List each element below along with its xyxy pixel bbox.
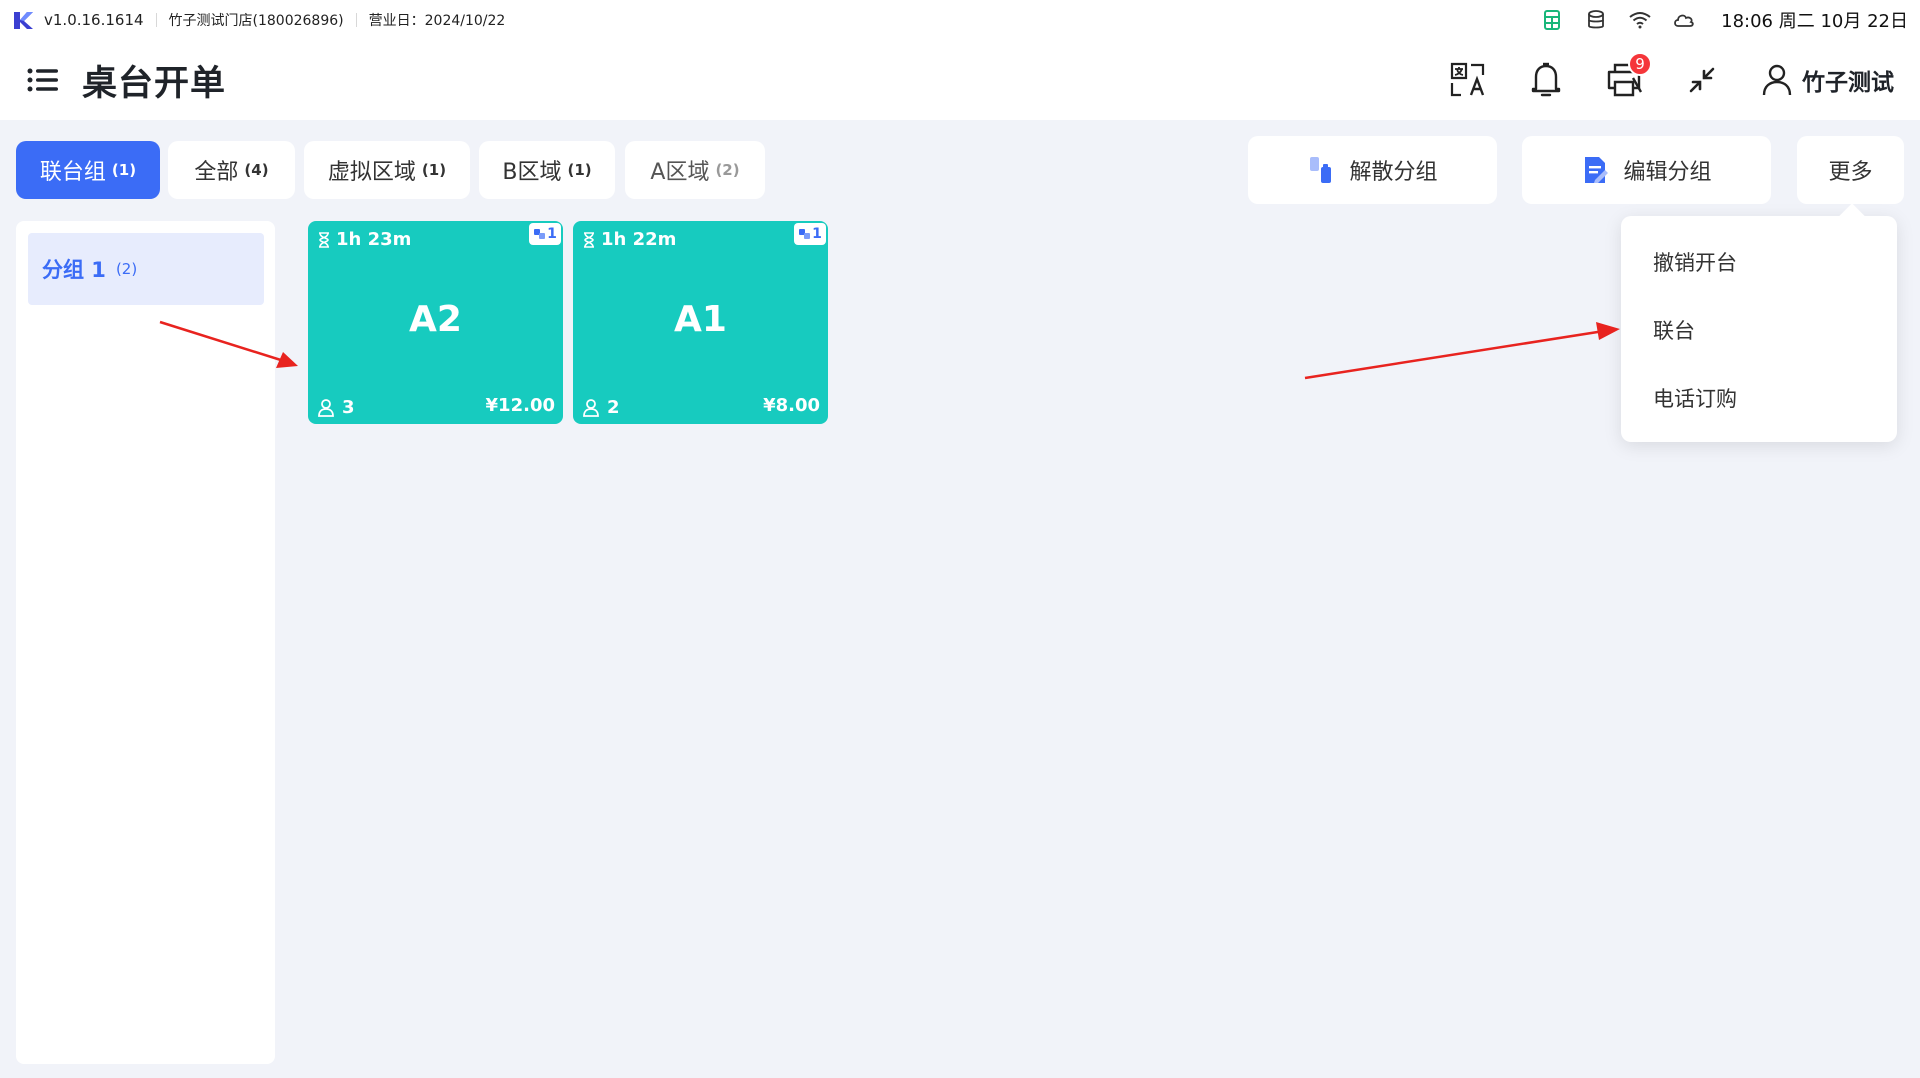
- guest-number: 3: [342, 397, 355, 418]
- bell-icon[interactable]: [1524, 58, 1568, 102]
- table-price: ¥12.00: [485, 395, 555, 416]
- tab-label: 全部: [194, 160, 239, 185]
- tab-label: A区域: [650, 160, 710, 185]
- linked-tag: 1: [529, 223, 561, 245]
- guest-count: 2: [583, 397, 620, 418]
- tab-count: (1): [111, 161, 137, 179]
- table-card-a2[interactable]: 1h 23m 1 A2 3 ¥12.00: [308, 221, 563, 424]
- tab-area-b[interactable]: B区域 (1): [479, 141, 615, 199]
- dissolve-group-button[interactable]: 解散分组: [1248, 136, 1497, 204]
- divider: [355, 13, 357, 27]
- tab-label: 联台组: [39, 160, 106, 185]
- tab-area-a[interactable]: A区域 (2): [625, 141, 765, 199]
- table-name: A1: [674, 299, 727, 340]
- more-label: 更多: [1828, 160, 1873, 185]
- table-name: A2: [409, 299, 462, 340]
- dissolve-label: 解散分组: [1349, 160, 1438, 185]
- link-icon: [534, 229, 546, 239]
- more-dropdown-menu: 撤销开台 联台 电话订购: [1621, 203, 1897, 442]
- sheet-icon: [1541, 9, 1563, 31]
- more-button[interactable]: 更多: [1797, 136, 1904, 204]
- table-card-a1[interactable]: 1h 22m 1 A1 2 ¥8.00: [573, 221, 828, 424]
- tab-label: B区域: [502, 160, 562, 185]
- linked-tag: 1: [794, 223, 826, 245]
- arrow-to-menu-item: [1304, 322, 1620, 380]
- user-menu[interactable]: 竹子测试: [1762, 63, 1894, 97]
- person-icon: [583, 398, 599, 417]
- table-price: ¥8.00: [763, 395, 820, 416]
- timer-text: 1h 23m: [336, 229, 412, 250]
- guest-number: 2: [607, 397, 620, 418]
- group-count: (2): [115, 260, 138, 278]
- translate-icon[interactable]: [1446, 58, 1490, 102]
- business-day: 营业日：2024/10/22: [368, 13, 506, 29]
- person-icon: [318, 398, 334, 417]
- table-timer: 1h 23m: [318, 229, 411, 250]
- timer-text: 1h 22m: [601, 229, 677, 250]
- link-icon: [799, 229, 811, 239]
- menu-icon[interactable]: [26, 63, 60, 97]
- tab-count: (4): [244, 161, 269, 179]
- group-name: 分组 1: [42, 258, 106, 282]
- edit-group-button[interactable]: 编辑分组: [1522, 136, 1771, 204]
- tab-label: 虚拟区域: [327, 160, 416, 185]
- collapse-icon[interactable]: [1680, 58, 1724, 102]
- menu-item-cancel-open[interactable]: 撤销开台: [1653, 247, 1737, 277]
- user-icon: [1762, 64, 1792, 96]
- clock: 18:06 周二 10月 22日: [1721, 11, 1908, 32]
- cloud-icon: [1673, 9, 1695, 31]
- table-timer: 1h 22m: [583, 229, 676, 250]
- divider: [155, 13, 157, 27]
- database-icon: [1585, 9, 1607, 31]
- guest-count: 3: [318, 397, 355, 418]
- tag-count: 1: [547, 226, 557, 242]
- tab-linked-group[interactable]: 联台组 (1): [16, 141, 160, 199]
- wifi-icon: [1629, 9, 1651, 31]
- page-title: 桌台开单: [82, 63, 227, 104]
- tab-count: (1): [421, 161, 447, 179]
- menu-item-phone-order[interactable]: 电话订购: [1653, 383, 1737, 413]
- hourglass-icon: [319, 231, 329, 248]
- tab-count: (2): [715, 161, 740, 179]
- edit-label: 编辑分组: [1623, 160, 1712, 185]
- edit-document-icon: [1585, 157, 1609, 183]
- dropdown-caret: [1839, 203, 1865, 229]
- tab-count: (1): [567, 161, 592, 179]
- store-name: 竹子测试门店(180026896): [168, 13, 344, 29]
- page-header: 桌台开单 9 竹子测试: [0, 40, 1920, 120]
- group-item[interactable]: 分组 1 (2): [28, 233, 264, 305]
- status-bar: v1.0.16.1614 竹子测试门店(180026896) 营业日：2024/…: [0, 0, 1920, 40]
- app-version: v1.0.16.1614: [44, 11, 144, 29]
- printer-icon[interactable]: 9: [1602, 52, 1652, 102]
- tab-all[interactable]: 全部 (4): [168, 141, 295, 199]
- app-logo: [14, 12, 33, 29]
- hourglass-icon: [584, 231, 594, 248]
- dissolve-icon: [1310, 157, 1332, 183]
- user-name: 竹子测试: [1802, 70, 1894, 96]
- tag-count: 1: [812, 226, 822, 242]
- group-panel: 分组 1 (2): [16, 221, 275, 1064]
- menu-item-link-tables[interactable]: 联台: [1653, 315, 1695, 345]
- tab-virtual-area[interactable]: 虚拟区域 (1): [304, 141, 470, 199]
- printer-badge: 9: [1628, 52, 1652, 76]
